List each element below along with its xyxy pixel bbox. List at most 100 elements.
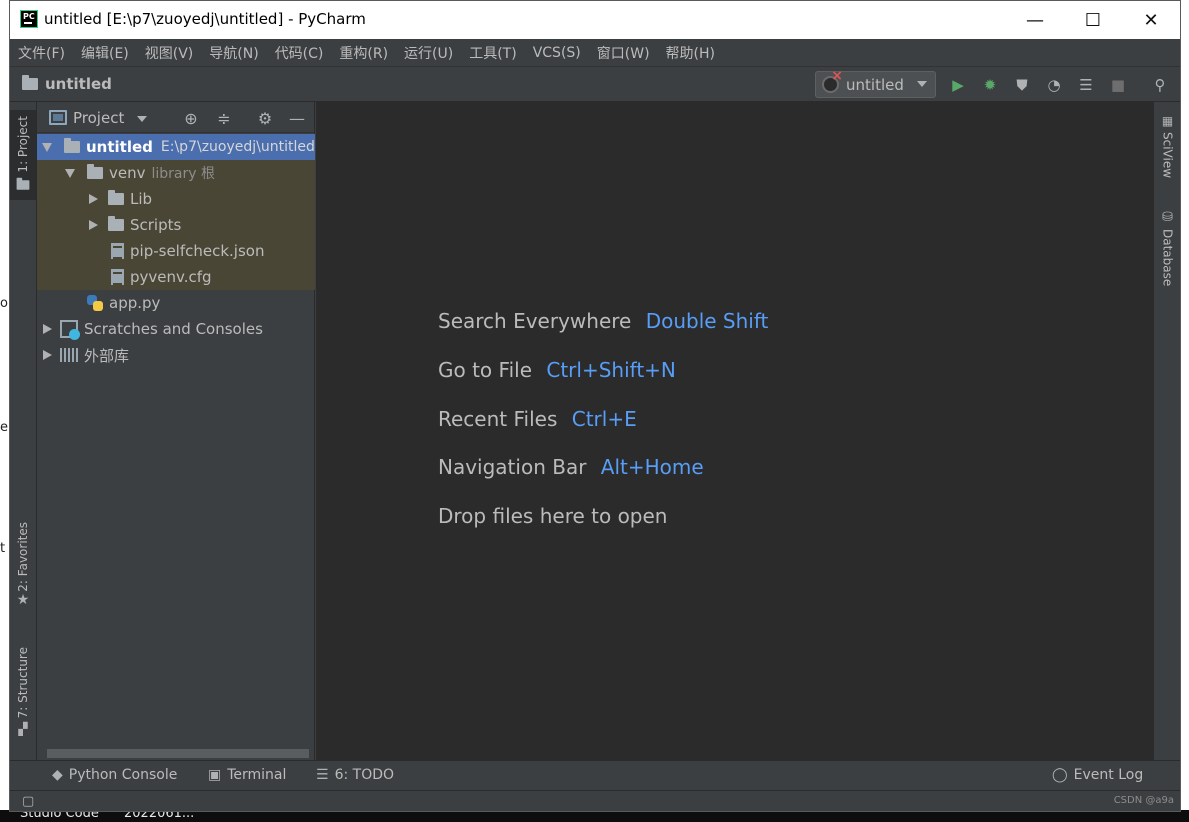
profile-icon[interactable]: ◔ (1044, 75, 1064, 95)
tool-tab-database-label: Database (1160, 229, 1175, 287)
scratches-icon (60, 320, 80, 340)
tree-row-venv[interactable]: venv library 根 (37, 160, 315, 186)
tree-root-path: E:\p7\zuoyedj\untitled (160, 139, 315, 155)
collapse-all-icon[interactable]: ≑ (214, 108, 234, 128)
tree-row-pyvenv[interactable]: pyvenv.cfg (37, 264, 315, 290)
project-panel: Project ⊕ ≑ ⚙ — untitled E:\p7\zuoyedj\u… (37, 102, 315, 760)
tree-row-root[interactable]: untitled E:\p7\zuoyedj\untitled (37, 134, 315, 160)
menu-view[interactable]: 视图(V) (145, 43, 194, 63)
menu-help[interactable]: 帮助(H) (666, 43, 715, 63)
tool-tab-project[interactable]: 1: Project (10, 110, 36, 200)
todo-list-icon: ☰ (316, 767, 329, 783)
tool-tab-structure[interactable]: 7: Structure ▞ (10, 647, 36, 747)
structure-icon: ▞ (18, 722, 28, 737)
pycharm-window: PC untitled [E:\p7\zuoyedj\untitled] - P… (9, 0, 1181, 812)
collapse-arrow-icon[interactable] (43, 350, 52, 360)
hint-search-everywhere: Search Everywhere Double Shift (438, 309, 768, 333)
hint-recent-files: Recent Files Ctrl+E (438, 407, 637, 431)
menu-refactor[interactable]: 重构(R) (339, 43, 388, 63)
project-panel-title[interactable]: Project (73, 109, 124, 127)
expand-arrow-icon[interactable] (42, 142, 52, 152)
close-button[interactable]: ✕ (1122, 1, 1180, 39)
tree-external-libs-label: 外部库 (84, 346, 130, 365)
desktop-text-fragment: t (0, 541, 6, 556)
terminal-icon: ▣ (208, 767, 222, 783)
horizontal-scrollbar[interactable] (47, 749, 309, 758)
desktop-right-strip (1181, 0, 1189, 822)
title-bar: PC untitled [E:\p7\zuoyedj\untitled] - P… (10, 1, 1180, 39)
tool-tab-project-label: 1: Project (16, 116, 30, 173)
desktop-left-strip: o e t (0, 0, 9, 822)
menu-vcs[interactable]: VCS(S) (533, 45, 581, 61)
tool-tab-todo[interactable]: ☰ 6: TODO (316, 767, 394, 783)
sciview-icon: ▦ (1161, 114, 1174, 128)
tree-row-external-libraries[interactable]: 外部库 (37, 342, 315, 368)
expand-arrow-icon[interactable] (65, 168, 75, 178)
tree-venv-label: venv (109, 164, 146, 182)
tree-scripts-label: Scripts (130, 216, 182, 234)
tree-row-app[interactable]: app.py (37, 290, 315, 316)
menu-navigate[interactable]: 导航(N) (209, 43, 258, 63)
tool-tab-python-console[interactable]: ◆ Python Console (52, 767, 177, 783)
pycharm-logo-icon: PC (20, 10, 38, 28)
tree-scratches-label: Scratches and Consoles (84, 320, 263, 338)
concurrency-diagram-icon[interactable]: ☰ (1076, 75, 1096, 95)
database-icon: ⛁ (1162, 210, 1173, 225)
editor-area[interactable]: Search Everywhere Double Shift Go to Fil… (316, 102, 1153, 760)
search-icon[interactable]: ⚲ (1150, 75, 1170, 95)
breadcrumb-project: untitled (45, 75, 112, 93)
config-file-icon (111, 269, 124, 285)
hint-label: Go to File (438, 358, 532, 382)
tree-row-pip-selfcheck[interactable]: pip-selfcheck.json (37, 238, 315, 264)
menu-tools[interactable]: 工具(T) (469, 43, 516, 63)
folder-icon (87, 164, 103, 179)
collapse-arrow-icon[interactable] (43, 324, 52, 334)
tool-tab-terminal[interactable]: ▣ Terminal (208, 767, 286, 783)
menu-code[interactable]: 代码(C) (275, 43, 324, 63)
menu-edit[interactable]: 编辑(E) (81, 43, 129, 63)
gear-icon[interactable]: ⚙ (255, 108, 275, 128)
hint-go-to-file: Go to File Ctrl+Shift+N (438, 358, 676, 382)
tree-row-lib[interactable]: Lib (37, 186, 315, 212)
menu-file[interactable]: 文件(F) (18, 43, 65, 63)
tool-tab-favorites-label: 2: Favorites (16, 522, 30, 592)
tool-tab-sciview[interactable]: ▦ SciView (1154, 114, 1180, 194)
run-with-coverage-icon[interactable]: ⛊ (1012, 75, 1032, 95)
tool-tab-database[interactable]: ⛁ Database (1154, 210, 1180, 300)
minimize-button[interactable]: — (1006, 1, 1064, 39)
json-file-icon (111, 243, 124, 259)
stop-icon[interactable]: ■ (1108, 75, 1128, 95)
run-configuration-select[interactable]: untitled (815, 68, 936, 98)
tool-tab-structure-label: 7: Structure (16, 647, 30, 719)
python-file-icon (87, 295, 103, 311)
tree-venv-hint: library 根 (151, 166, 216, 182)
tree-pip-label: pip-selfcheck.json (130, 242, 265, 260)
folder-icon (108, 216, 124, 231)
tool-tab-terminal-label: Terminal (227, 767, 287, 783)
tool-tab-todo-label: 6: TODO (334, 767, 395, 783)
toggle-tool-windows-icon[interactable]: ▢ (22, 794, 34, 809)
breadcrumb[interactable]: untitled (22, 75, 112, 93)
run-icon[interactable]: ▶ (948, 75, 968, 95)
tool-tab-sciview-label: SciView (1160, 132, 1175, 179)
hint-label: Recent Files (438, 407, 558, 431)
debug-icon[interactable]: ✹ (980, 75, 1000, 95)
tool-tab-event-log[interactable]: ◯ Event Log (1052, 767, 1143, 783)
menu-run[interactable]: 运行(U) (404, 43, 453, 63)
hint-label: Navigation Bar (438, 455, 587, 479)
collapse-arrow-icon[interactable] (89, 194, 98, 204)
locate-icon[interactable]: ⊕ (181, 108, 201, 128)
tree-row-scratches[interactable]: Scratches and Consoles (37, 316, 315, 342)
menu-window[interactable]: 窗口(W) (597, 43, 650, 63)
right-tool-strip: ▦ SciView ⛁ Database (1153, 102, 1180, 760)
tool-tab-favorites[interactable]: 2: Favorites ★ (10, 522, 36, 622)
chevron-down-icon (917, 81, 927, 87)
hint-label: Search Everywhere (438, 309, 632, 333)
hint-shortcut: Alt+Home (600, 455, 704, 479)
maximize-button[interactable]: ☐ (1064, 1, 1122, 39)
tree-row-scripts[interactable]: Scripts (37, 212, 315, 238)
collapse-arrow-icon[interactable] (89, 220, 98, 230)
hide-icon[interactable]: — (287, 108, 307, 128)
chevron-down-icon[interactable] (137, 116, 147, 122)
menu-bar: 文件(F) 编辑(E) 视图(V) 导航(N) 代码(C) 重构(R) 运行(U… (10, 39, 1180, 66)
